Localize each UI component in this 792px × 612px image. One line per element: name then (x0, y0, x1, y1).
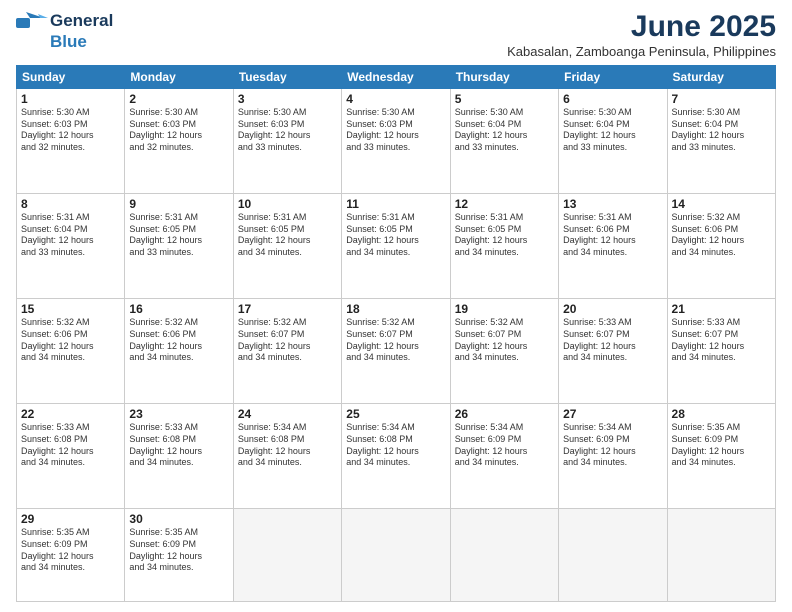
week-row-3: 15 Sunrise: 5:32 AMSunset: 6:06 PMDaylig… (17, 299, 776, 404)
day-22: 22 Sunrise: 5:33 AMSunset: 6:08 PMDaylig… (17, 404, 125, 509)
day-23: 23 Sunrise: 5:33 AMSunset: 6:08 PMDaylig… (125, 404, 233, 509)
day-27: 27 Sunrise: 5:34 AMSunset: 6:09 PMDaylig… (559, 404, 667, 509)
day-16: 16 Sunrise: 5:32 AMSunset: 6:06 PMDaylig… (125, 299, 233, 404)
col-thursday: Thursday (450, 66, 558, 89)
day-10: 10 Sunrise: 5:31 AMSunset: 6:05 PMDaylig… (233, 194, 341, 299)
day-26: 26 Sunrise: 5:34 AMSunset: 6:09 PMDaylig… (450, 404, 558, 509)
day-19: 19 Sunrise: 5:32 AMSunset: 6:07 PMDaylig… (450, 299, 558, 404)
day-1: 1 Sunrise: 5:30 AMSunset: 6:03 PMDayligh… (17, 89, 125, 194)
day-5: 5 Sunrise: 5:30 AMSunset: 6:04 PMDayligh… (450, 89, 558, 194)
calendar-title: June 2025 (507, 10, 776, 44)
day-empty-4 (559, 509, 667, 602)
day-20: 20 Sunrise: 5:33 AMSunset: 6:07 PMDaylig… (559, 299, 667, 404)
day-24: 24 Sunrise: 5:34 AMSunset: 6:08 PMDaylig… (233, 404, 341, 509)
day-4: 4 Sunrise: 5:30 AMSunset: 6:03 PMDayligh… (342, 89, 450, 194)
day-29: 29 Sunrise: 5:35 AMSunset: 6:09 PMDaylig… (17, 509, 125, 602)
calendar-table: Sunday Monday Tuesday Wednesday Thursday… (16, 65, 776, 602)
day-9: 9 Sunrise: 5:31 AMSunset: 6:05 PMDayligh… (125, 194, 233, 299)
day-14: 14 Sunrise: 5:32 AMSunset: 6:06 PMDaylig… (667, 194, 775, 299)
day-15: 15 Sunrise: 5:32 AMSunset: 6:06 PMDaylig… (17, 299, 125, 404)
day-12: 12 Sunrise: 5:31 AMSunset: 6:05 PMDaylig… (450, 194, 558, 299)
logo-general: General (50, 11, 113, 31)
day-21: 21 Sunrise: 5:33 AMSunset: 6:07 PMDaylig… (667, 299, 775, 404)
day-3: 3 Sunrise: 5:30 AMSunset: 6:03 PMDayligh… (233, 89, 341, 194)
logo-icon (16, 10, 48, 32)
col-sunday: Sunday (17, 66, 125, 89)
col-saturday: Saturday (667, 66, 775, 89)
week-row-1: 1 Sunrise: 5:30 AMSunset: 6:03 PMDayligh… (17, 89, 776, 194)
day-17: 17 Sunrise: 5:32 AMSunset: 6:07 PMDaylig… (233, 299, 341, 404)
calendar-header-row: Sunday Monday Tuesday Wednesday Thursday… (17, 66, 776, 89)
calendar-subtitle: Kabasalan, Zamboanga Peninsula, Philippi… (507, 44, 776, 59)
day-empty-2 (342, 509, 450, 602)
day-25: 25 Sunrise: 5:34 AMSunset: 6:08 PMDaylig… (342, 404, 450, 509)
col-friday: Friday (559, 66, 667, 89)
logo-blue: Blue (50, 32, 87, 52)
day-7: 7 Sunrise: 5:30 AMSunset: 6:04 PMDayligh… (667, 89, 775, 194)
day-empty-3 (450, 509, 558, 602)
day-30: 30 Sunrise: 5:35 AMSunset: 6:09 PMDaylig… (125, 509, 233, 602)
day-2: 2 Sunrise: 5:30 AMSunset: 6:03 PMDayligh… (125, 89, 233, 194)
logo: General Blue (16, 10, 113, 52)
day-8: 8 Sunrise: 5:31 AMSunset: 6:04 PMDayligh… (17, 194, 125, 299)
day-28: 28 Sunrise: 5:35 AMSunset: 6:09 PMDaylig… (667, 404, 775, 509)
col-wednesday: Wednesday (342, 66, 450, 89)
col-monday: Monday (125, 66, 233, 89)
day-11: 11 Sunrise: 5:31 AMSunset: 6:05 PMDaylig… (342, 194, 450, 299)
page: General Blue June 2025 Kabasalan, Zamboa… (0, 0, 792, 612)
week-row-2: 8 Sunrise: 5:31 AMSunset: 6:04 PMDayligh… (17, 194, 776, 299)
day-18: 18 Sunrise: 5:32 AMSunset: 6:07 PMDaylig… (342, 299, 450, 404)
day-6: 6 Sunrise: 5:30 AMSunset: 6:04 PMDayligh… (559, 89, 667, 194)
day-empty-5 (667, 509, 775, 602)
title-block: June 2025 Kabasalan, Zamboanga Peninsula… (507, 10, 776, 59)
day-13: 13 Sunrise: 5:31 AMSunset: 6:06 PMDaylig… (559, 194, 667, 299)
week-row-5: 29 Sunrise: 5:35 AMSunset: 6:09 PMDaylig… (17, 509, 776, 602)
header: General Blue June 2025 Kabasalan, Zamboa… (16, 10, 776, 59)
day-empty-1 (233, 509, 341, 602)
col-tuesday: Tuesday (233, 66, 341, 89)
week-row-4: 22 Sunrise: 5:33 AMSunset: 6:08 PMDaylig… (17, 404, 776, 509)
